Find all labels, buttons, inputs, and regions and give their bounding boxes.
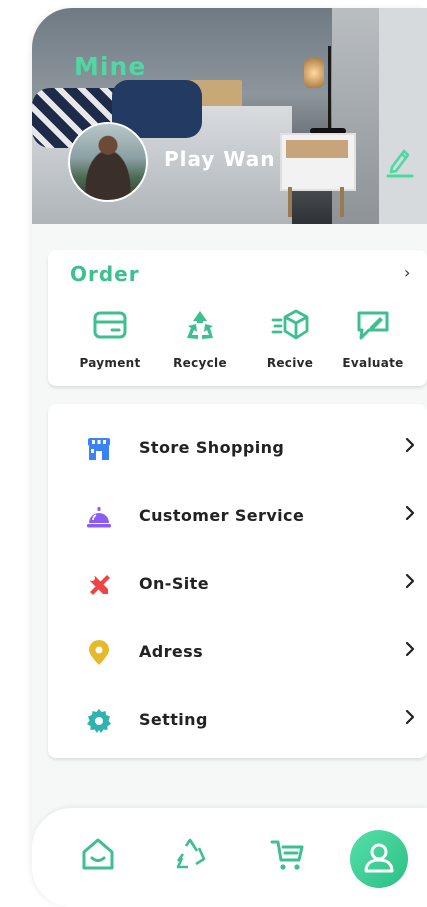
tools-icon <box>89 575 110 595</box>
store-icon <box>88 438 110 460</box>
menu-label-address: Adress <box>139 642 204 661</box>
menu-card: Store Shopping Customer Service On-Site <box>48 404 427 758</box>
order-payment-label: Payment <box>79 356 141 370</box>
menu-item-on-site[interactable]: On-Site <box>48 550 427 618</box>
cart-icon[interactable] <box>268 834 308 874</box>
order-payment-button[interactable]: Payment <box>71 308 149 370</box>
order-receive-label: Recive <box>266 356 314 370</box>
profile-header: Mine Play Wan <box>32 8 427 224</box>
box-icon <box>271 309 309 340</box>
service-bell-icon <box>87 507 111 528</box>
background-drawer <box>286 140 348 158</box>
nav-profile-button[interactable] <box>350 830 408 888</box>
menu-item-setting[interactable]: Setting <box>48 686 427 754</box>
chevron-right-icon <box>405 709 415 725</box>
phone-screen: Mine Play Wan Order › Payment Recycle Re… <box>32 8 427 907</box>
order-evaluate-button[interactable]: Evaluate <box>334 308 412 370</box>
gear-icon <box>87 709 111 733</box>
menu-label-store-shopping: Store Shopping <box>139 438 285 457</box>
chevron-right-icon <box>405 641 415 657</box>
chevron-right-icon <box>405 437 415 453</box>
user-icon <box>364 843 394 873</box>
comment-edit-icon <box>357 311 389 340</box>
menu-item-customer-service[interactable]: Customer Service <box>48 482 427 550</box>
avatar[interactable] <box>68 122 148 202</box>
menu-label-customer-service: Customer Service <box>139 506 305 525</box>
recycle-icon <box>187 311 213 339</box>
recycle-icon[interactable] <box>170 834 210 874</box>
order-evaluate-label: Evaluate <box>342 356 404 370</box>
username: Play Wan <box>164 147 276 171</box>
background-leg <box>288 187 292 217</box>
background-lamp <box>328 46 331 132</box>
order-recycle-label: Recycle <box>173 356 227 370</box>
order-card: Order › Payment Recycle Recive Evaluate <box>48 250 427 386</box>
location-pin-icon <box>89 640 109 665</box>
menu-item-address[interactable]: Adress <box>48 618 427 686</box>
order-title: Order <box>70 262 140 286</box>
order-more-arrow[interactable]: › <box>404 263 410 282</box>
chevron-right-icon <box>405 573 415 589</box>
pencil-edit-icon[interactable] <box>386 145 414 179</box>
background-window <box>379 8 427 224</box>
order-receive-button[interactable]: Recive <box>251 308 329 370</box>
order-recycle-button[interactable]: Recycle <box>161 308 239 370</box>
page-title: Mine <box>74 52 147 81</box>
menu-label-setting: Setting <box>139 710 208 729</box>
home-icon[interactable] <box>78 834 118 874</box>
chevron-right-icon <box>405 505 415 521</box>
menu-item-store-shopping[interactable]: Store Shopping <box>48 414 427 482</box>
background-lamp-bulb <box>304 58 324 88</box>
menu-label-on-site: On-Site <box>139 574 209 593</box>
background-leg <box>340 187 344 217</box>
card-icon <box>93 311 127 339</box>
